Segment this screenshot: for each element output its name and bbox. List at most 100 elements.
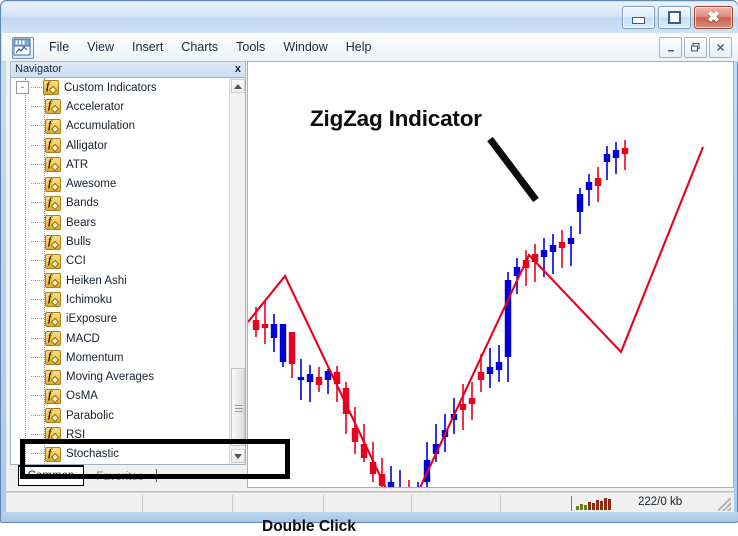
mdi-close-button[interactable] <box>709 37 732 58</box>
tree-connector <box>31 144 44 147</box>
indicator-icon <box>45 176 61 192</box>
tree-item-heiken-ashi[interactable]: Heiken Ashi <box>11 271 230 290</box>
tree-item-ichimoku[interactable]: Ichimoku <box>11 290 230 309</box>
menu-help[interactable]: Help <box>337 37 381 57</box>
navigator-tree: - Custom Indicators Accelerator Accumulat… <box>10 77 246 465</box>
indicator-icon <box>45 157 61 173</box>
candle-body <box>594 178 602 186</box>
title-bar: ✖ <box>2 2 738 33</box>
zigzag-line <box>248 146 704 487</box>
status-separator-4 <box>411 495 412 512</box>
candle-body <box>477 372 485 380</box>
candle-body <box>459 404 467 410</box>
tree-item-bears[interactable]: Bears <box>11 213 230 232</box>
mdi-minimize-button[interactable] <box>659 37 682 58</box>
indicator-icon <box>45 195 61 211</box>
maximize-icon <box>668 11 681 24</box>
tree-connector <box>31 125 44 127</box>
tree-item-macd[interactable]: MACD <box>11 329 230 348</box>
minimize-button[interactable] <box>622 6 655 29</box>
maximize-button[interactable] <box>658 6 691 29</box>
tree-item-label: Heiken Ashi <box>66 274 127 287</box>
tree-item-awesome[interactable]: Awesome <box>11 174 230 193</box>
tree-connector <box>31 414 44 417</box>
close-icon: ✖ <box>707 9 720 26</box>
tree-item-osma[interactable]: OsMA <box>11 387 230 406</box>
tree-item-label: Bands <box>66 197 99 210</box>
tree-item-accumulation[interactable]: Accumulation <box>11 117 230 136</box>
application-window: ✖ File View Insert Charts Tools Window H… <box>0 0 738 535</box>
menu-insert[interactable]: Insert <box>123 37 172 57</box>
indicator-icon <box>45 388 61 404</box>
resize-grip-icon[interactable] <box>718 498 731 511</box>
scrollbar-thumb[interactable] <box>231 368 245 446</box>
window-bottom-strip <box>2 512 738 521</box>
tree-item-label: iExposure <box>66 313 118 326</box>
tree-item-moving-averages[interactable]: Moving Averages <box>11 367 230 386</box>
menu-window[interactable]: Window <box>274 37 336 57</box>
tree-item-label: Moving Averages <box>66 371 155 384</box>
tree-item-label: OsMA <box>66 390 98 403</box>
menu-view[interactable]: View <box>78 37 123 57</box>
tree-item-label: Bulls <box>66 236 91 249</box>
tree-item-iexposure[interactable]: iExposure <box>11 310 230 329</box>
tree-connector <box>31 221 44 224</box>
navigator-scrollbar[interactable] <box>229 78 245 464</box>
indicator-icon <box>45 253 61 269</box>
candle-body <box>297 377 305 380</box>
tree-connector <box>31 86 42 89</box>
candle-body <box>468 398 476 404</box>
candle-body <box>387 482 395 487</box>
tree-item-bulls[interactable]: Bulls <box>11 232 230 251</box>
indicator-icon <box>45 215 61 231</box>
candle-body <box>306 374 314 382</box>
chart-annotation-label: ZigZag Indicator <box>310 106 482 131</box>
status-separator-5 <box>500 495 501 512</box>
candle-body <box>495 362 503 370</box>
tree-node-custom-indicators[interactable]: - Custom Indicators <box>11 78 230 97</box>
indicator-icon <box>45 408 61 424</box>
indicator-icon <box>45 311 61 327</box>
navigator-close-icon[interactable]: x <box>235 63 241 75</box>
tree-item-cci[interactable]: CCI <box>11 252 230 271</box>
tree-expander-icon[interactable]: - <box>16 81 29 95</box>
scroll-up-icon[interactable] <box>231 79 245 93</box>
chart-canvas: ZigZag Indicator <box>248 62 733 487</box>
candle-body <box>540 250 548 257</box>
candle-body <box>612 150 620 158</box>
tree-item-bands[interactable]: Bands <box>11 194 230 213</box>
tree-connector <box>31 356 44 359</box>
tree-connector <box>31 395 44 397</box>
indicator-icon <box>45 118 61 134</box>
candle-body <box>576 194 584 212</box>
status-separator-2 <box>232 495 233 512</box>
tree-item-label: CCI <box>66 255 86 268</box>
tree-connector <box>31 337 44 340</box>
tree-item-label: Accumulation <box>66 120 136 133</box>
tree-item-accelerator[interactable]: Accelerator <box>11 97 230 116</box>
tree-item-alligator[interactable]: Alligator <box>11 136 230 155</box>
tree-connector <box>31 241 44 243</box>
menu-charts[interactable]: Charts <box>172 37 227 57</box>
tree-item-label: Parabolic <box>66 409 114 422</box>
tree-item-momentum[interactable]: Momentum <box>11 348 230 367</box>
tree-item-label: Momentum <box>66 351 124 364</box>
candle-body <box>315 377 323 385</box>
minimize-icon <box>632 16 645 24</box>
tree-item-parabolic[interactable]: Parabolic <box>11 406 230 425</box>
indicator-icon <box>45 138 61 154</box>
mdi-restore-button[interactable] <box>684 37 707 58</box>
tree-connector <box>31 298 44 301</box>
menu-file[interactable]: File <box>40 37 78 57</box>
close-button[interactable]: ✖ <box>694 6 733 29</box>
tree-item-label: Accelerator <box>66 100 125 113</box>
menu-items: File View Insert Charts Tools Window Hel… <box>40 33 381 61</box>
tree-item-atr[interactable]: ATR <box>11 155 230 174</box>
indicator-icon <box>45 292 61 308</box>
candle-body <box>252 320 260 330</box>
chart-panel[interactable]: ZigZag Indicator <box>247 61 734 488</box>
menu-tools[interactable]: Tools <box>227 37 274 57</box>
navigator-title: Navigator <box>15 63 63 75</box>
indicator-icon <box>43 80 59 96</box>
tree-item-label: Bears <box>66 216 97 229</box>
